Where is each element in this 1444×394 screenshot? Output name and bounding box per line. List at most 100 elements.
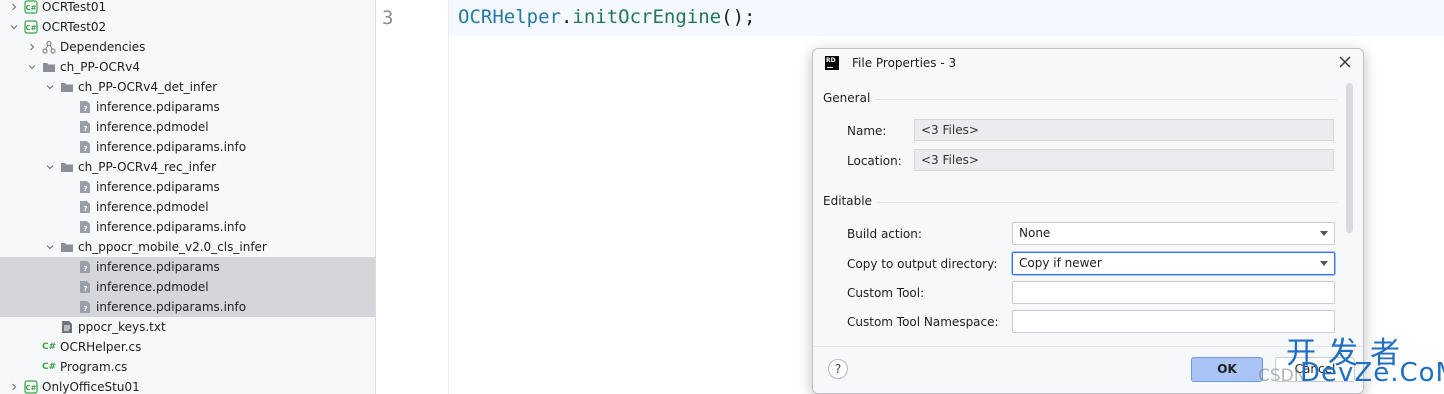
svg-text:C#: C# xyxy=(25,4,36,12)
chevron-right-icon[interactable] xyxy=(26,41,38,53)
tree-item[interactable]: ? inference.pdiparams xyxy=(0,97,375,117)
tree-item-label: inference.pdmodel xyxy=(96,200,209,214)
code-line[interactable]: OCRHelper.initOcrEngine(); xyxy=(458,6,755,28)
tree-item-label: inference.pdmodel xyxy=(96,280,209,294)
folder-icon xyxy=(42,60,56,74)
code-dot: . xyxy=(560,6,573,28)
tree-item[interactable]: ? inference.pdmodel xyxy=(0,197,375,217)
svg-text:?: ? xyxy=(83,265,87,273)
location-label: Location: xyxy=(847,154,902,168)
editor-gutter: 3 xyxy=(376,0,449,394)
tree-item[interactable]: C# Program.cs xyxy=(0,357,375,377)
chevron-down-icon[interactable] xyxy=(44,241,56,253)
rider-logo-icon: RD xyxy=(825,56,839,70)
chevron-down-icon[interactable] xyxy=(44,81,56,93)
build-action-value: None xyxy=(1019,226,1051,240)
svg-text:?: ? xyxy=(83,285,87,293)
tree-item-label: inference.pdiparams.info xyxy=(96,140,247,154)
tree-item-label: inference.pdmodel xyxy=(96,120,209,134)
tree-item[interactable]: ? inference.pdmodel xyxy=(0,277,375,297)
csharp-project-icon: C# xyxy=(24,20,38,34)
code-tail: (); xyxy=(721,6,756,28)
dialog-title-bar[interactable]: RD File Properties - 3 xyxy=(813,49,1363,79)
folder-icon xyxy=(60,80,74,94)
chevron-down-icon[interactable] xyxy=(26,61,38,73)
general-divider xyxy=(875,99,1337,100)
solution-explorer: C# OCRTest01 C# OCRTest02 Dependencies ch_PP-… xyxy=(0,0,376,394)
watermark-domain: DevZe.CoM xyxy=(1300,358,1444,388)
svg-text:C#: C# xyxy=(25,24,36,32)
tree-item[interactable]: ? inference.pdiparams.info xyxy=(0,137,375,157)
chevron-down-icon xyxy=(1320,261,1328,266)
code-class-name: OCRHelper xyxy=(458,6,561,28)
tree-item[interactable]: ch_PP-OCRv4 xyxy=(0,57,375,77)
tree-item-label: OCRHelper.cs xyxy=(60,340,142,354)
tree-item[interactable]: ? inference.pdiparams.info xyxy=(0,217,375,237)
tree-item[interactable]: ? inference.pdiparams xyxy=(0,257,375,277)
editable-divider xyxy=(877,202,1337,203)
ok-button[interactable]: OK xyxy=(1191,357,1263,382)
chevron-right-icon[interactable] xyxy=(8,1,20,13)
custom-tool-input[interactable] xyxy=(1012,281,1335,304)
svg-text:?: ? xyxy=(83,305,87,313)
tree-item-label: Dependencies xyxy=(60,40,146,54)
chevron-down-icon[interactable] xyxy=(8,21,20,33)
svg-text:?: ? xyxy=(83,145,87,153)
tree-item[interactable]: ? inference.pdiparams xyxy=(0,177,375,197)
tree-item[interactable]: Dependencies xyxy=(0,37,375,57)
tree-item-label: OCRTest02 xyxy=(42,20,107,34)
tree-item-label: ch_PP-OCRv4_det_infer xyxy=(78,80,218,94)
close-icon[interactable] xyxy=(1337,55,1353,71)
copy-to-output-dropdown[interactable]: Copy if newer xyxy=(1012,252,1335,275)
dialog-scrollbar[interactable] xyxy=(1346,83,1353,233)
tree-item[interactable]: ch_PP-OCRv4_rec_infer xyxy=(0,157,375,177)
tree-item-label: inference.pdiparams xyxy=(96,260,220,274)
tree-item[interactable]: ch_ppocr_mobile_v2.0_cls_infer xyxy=(0,237,375,257)
dependencies-icon xyxy=(42,40,56,54)
folder-icon xyxy=(60,160,74,174)
tree-item[interactable]: ch_PP-OCRv4_det_infer xyxy=(0,77,375,97)
tree-item[interactable]: C# OCRTest01 xyxy=(0,0,375,17)
tree-item[interactable]: ? inference.pdmodel xyxy=(0,117,375,137)
chevron-down-icon xyxy=(1320,231,1328,236)
name-label: Name: xyxy=(847,124,887,138)
unknown-file-icon: ? xyxy=(78,280,92,294)
unknown-file-icon: ? xyxy=(78,200,92,214)
tree-item-label: inference.pdiparams xyxy=(96,100,220,114)
dialog-title: File Properties - 3 xyxy=(852,56,957,70)
csharp-file-icon: C# xyxy=(42,342,57,352)
svg-text:?: ? xyxy=(83,125,87,133)
svg-text:?: ? xyxy=(83,225,87,233)
tree-item-label: inference.pdiparams.info xyxy=(96,300,247,314)
tree-item[interactable]: C# OCRTest02 xyxy=(0,17,375,37)
editable-section-header: Editable xyxy=(823,194,872,208)
tree-item[interactable]: ? inference.pdiparams.info xyxy=(0,297,375,317)
unknown-file-icon: ? xyxy=(78,180,92,194)
general-section-header: General xyxy=(823,91,871,105)
svg-text:?: ? xyxy=(83,205,87,213)
tree-item-label: ppocr_keys.txt xyxy=(78,320,166,334)
unknown-file-icon: ? xyxy=(78,140,92,154)
chevron-right-icon[interactable] xyxy=(8,381,20,393)
build-action-dropdown[interactable]: None xyxy=(1012,222,1335,245)
copy-to-output-value: Copy if newer xyxy=(1019,256,1102,270)
location-field: <3 Files> xyxy=(914,149,1334,171)
csharp-project-icon: C# xyxy=(24,380,38,394)
unknown-file-icon: ? xyxy=(78,120,92,134)
chevron-down-icon[interactable] xyxy=(44,161,56,173)
unknown-file-icon: ? xyxy=(78,220,92,234)
tree-item-label: ch_PP-OCRv4_rec_infer xyxy=(78,160,217,174)
unknown-file-icon: ? xyxy=(78,100,92,114)
line-number: 3 xyxy=(382,7,394,29)
name-field: <3 Files> xyxy=(914,119,1334,141)
help-button[interactable]: ? xyxy=(828,359,848,379)
csharp-project-icon: C# xyxy=(24,0,38,14)
tree-item-label: ch_PP-OCRv4 xyxy=(60,60,140,74)
tree-item-label: inference.pdiparams.info xyxy=(96,220,247,234)
copy-to-output-label: Copy to output directory: xyxy=(847,257,998,271)
folder-icon xyxy=(60,240,74,254)
tree-item[interactable]: ppocr_keys.txt xyxy=(0,317,375,337)
tree-item-label: OnlyOfficeStu01 xyxy=(42,380,140,394)
tree-item[interactable]: C# OnlyOfficeStu01 xyxy=(0,377,375,394)
tree-item[interactable]: C# OCRHelper.cs xyxy=(0,337,375,357)
